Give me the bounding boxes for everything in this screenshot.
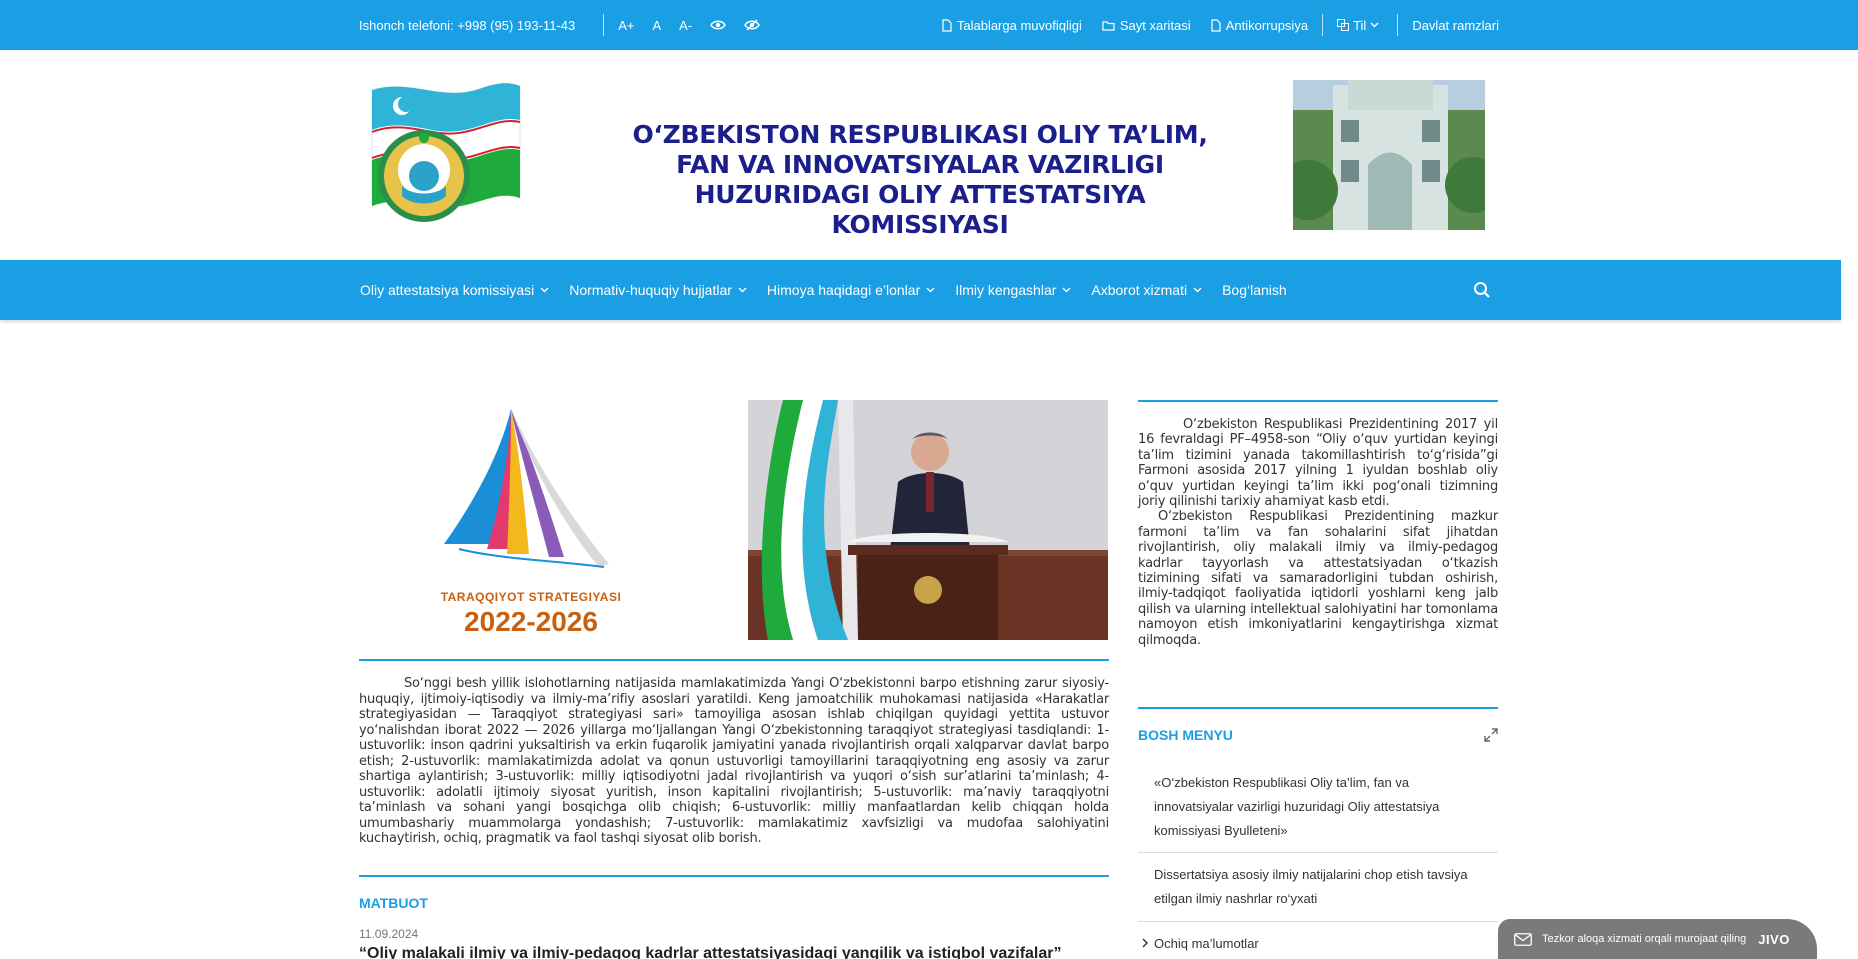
main-menu-title: BOSH MENYU [1138, 727, 1233, 743]
chevron-down-icon [1370, 22, 1379, 28]
banner-years: 2022-2026 [464, 606, 598, 637]
divider [1138, 707, 1498, 709]
nav-item-normative-docs[interactable]: Normativ-huquqiy hujjatlar [569, 282, 747, 298]
anticorruption-label: Antikorrupsiya [1225, 17, 1309, 33]
font-increase-button[interactable]: A+ [618, 18, 634, 33]
hotline-phone[interactable]: Ishonch telefoni: +998 (95) 193-11-43 [359, 18, 575, 33]
anticorruption-link[interactable]: Antikorrupsiya [1211, 18, 1308, 33]
folder-icon [1102, 20, 1115, 31]
sidebar-paragraph: O‘zbekiston Respublikasi Prezidentining … [1138, 509, 1498, 648]
document-icon [1211, 18, 1221, 32]
chat-prompt-text: Tezkor aloqa xizmati orqali murojaat qil… [1542, 933, 1747, 945]
nav-item-information-service[interactable]: Axborot xizmati [1091, 282, 1202, 298]
divider [603, 14, 605, 36]
menu-item-journals-list[interactable]: Dissertatsiya asosiy ilmiy natijalarini … [1154, 863, 1484, 911]
requirements-link[interactable]: Talablarga muvofiqligi [942, 18, 1082, 33]
state-symbols-link[interactable]: Davlat ramzlari [1412, 18, 1499, 33]
menu-item-open-data[interactable]: Ochiq ma’lumotlar [1154, 932, 1484, 956]
state-emblem-flag-logo[interactable] [362, 78, 557, 233]
news-title-link[interactable]: “Oliy malakali ilmiy va ilmiy-pedagog ka… [359, 945, 1062, 959]
language-label: Til [1353, 17, 1367, 33]
menu-item-bulletin[interactable]: «O‘zbekiston Respublikasi Oliy ta’lim, f… [1154, 771, 1484, 843]
divider [359, 659, 1109, 661]
site-header: O‘ZBEKISTON RESPUBLIKASI OLIY TA’LIM, FA… [0, 50, 1858, 260]
mail-icon [1514, 932, 1532, 946]
sitemap-label: Sayt xaritasi [1119, 17, 1191, 33]
nav-item-label: Bog‘lanish [1222, 282, 1287, 298]
nav-item-oak[interactable]: Oliy attestatsiya komissiyasi [360, 282, 549, 298]
divider [1138, 921, 1498, 922]
divider [1138, 400, 1498, 402]
banner-caption: TARAQQIYOT STRATEGIYASI [440, 590, 622, 604]
sitemap-link[interactable]: Sayt xaritasi [1102, 18, 1191, 33]
chevron-right-icon [1142, 938, 1148, 948]
press-section-title: MATBUOT [359, 895, 428, 911]
nav-item-label: Himoya haqidagi e’lonlar [766, 282, 921, 298]
chevron-down-icon [926, 287, 935, 293]
nav-item-scientific-councils[interactable]: Ilmiy kengashlar [955, 282, 1071, 298]
strategy-intro-text: So‘nggi besh yillik islohotlarning natij… [359, 676, 1109, 846]
nav-item-contact[interactable]: Bog‘lanish [1222, 282, 1287, 298]
chevron-down-icon [1062, 287, 1071, 293]
strategy-banner[interactable]: TARAQQIYOT STRATEGIYASI 2022-2026 [359, 399, 719, 640]
nav-item-label: Axborot xizmati [1091, 282, 1188, 298]
site-title: O‘ZBEKISTON RESPUBLIKASI OLIY TA’LIM, FA… [632, 120, 1208, 239]
divider [1322, 14, 1324, 36]
nav-item-label: Oliy attestatsiya komissiyasi [360, 282, 535, 298]
font-normal-button[interactable]: A [652, 18, 661, 33]
divider [359, 875, 1109, 877]
top-bar: Ishonch telefoni: +998 (95) 193-11-43 A+… [0, 0, 1858, 50]
live-chat-widget[interactable]: Tezkor aloqa xizmati orqali murojaat qil… [1498, 919, 1817, 959]
language-icon [1337, 19, 1350, 31]
chevron-down-icon [540, 287, 549, 293]
strategy-sail-logo [444, 409, 609, 568]
nav-item-label: Ilmiy kengashlar [955, 282, 1057, 298]
expand-icon[interactable] [1484, 728, 1498, 742]
main-navigation: Oliy attestatsiya komissiyasi Normativ-h… [0, 260, 1841, 320]
news-date: 11.09.2024 [359, 927, 419, 941]
chat-brand-label: JIVO [1758, 931, 1790, 947]
chevron-down-icon [1193, 287, 1202, 293]
document-icon [942, 18, 952, 32]
chevron-down-icon [738, 287, 747, 293]
divider [1138, 852, 1498, 853]
font-decrease-button[interactable]: A- [679, 18, 692, 33]
eye-icon[interactable] [710, 19, 727, 31]
language-dropdown[interactable]: Til [1337, 18, 1383, 33]
sidebar-paragraph: O‘zbekiston Respublikasi Prezidentining … [1138, 417, 1498, 510]
sidebar-about-text: O‘zbekiston Respublikasi Prezidentining … [1138, 417, 1498, 648]
eye-slash-icon[interactable] [744, 19, 761, 31]
search-icon[interactable] [1473, 281, 1491, 299]
nav-item-label: Normativ-huquqiy hujjatlar [569, 282, 732, 298]
nav-item-defense-announcements[interactable]: Himoya haqidagi e’lonlar [767, 282, 935, 298]
requirements-label: Talablarga muvofiqligi [956, 17, 1082, 33]
divider [1397, 14, 1399, 36]
building-photo [1293, 80, 1485, 230]
president-speech-photo[interactable] [748, 400, 1108, 640]
